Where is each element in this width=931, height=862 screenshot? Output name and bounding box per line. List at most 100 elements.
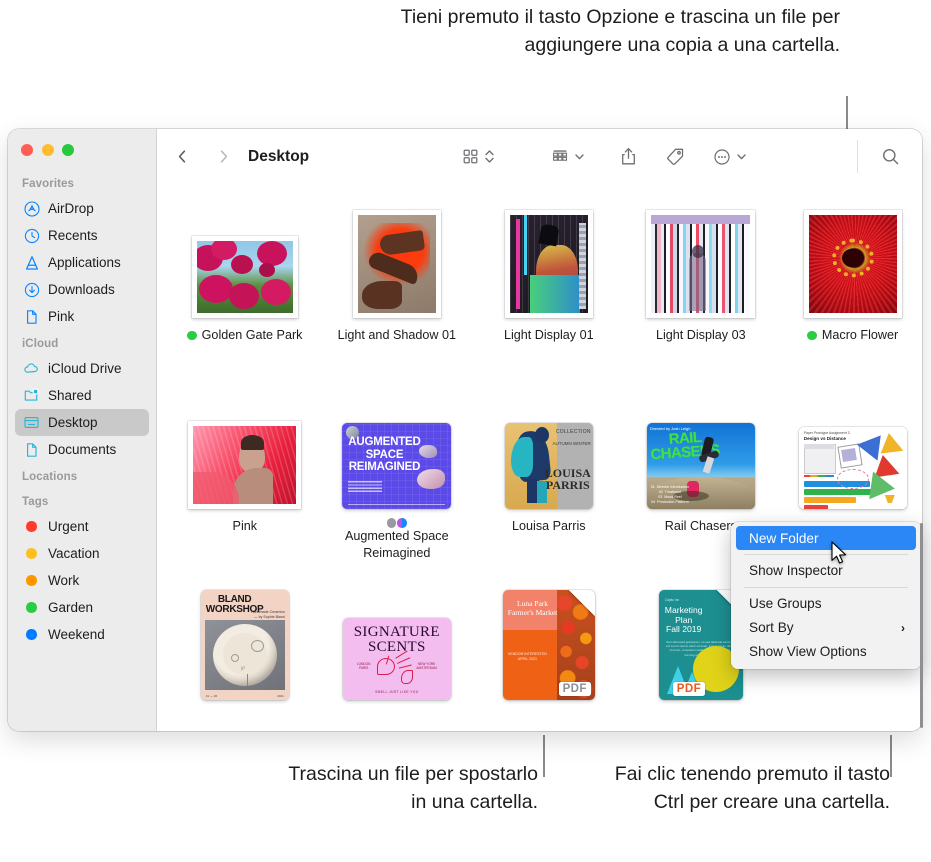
group-by-icon[interactable] <box>551 148 569 165</box>
file-item-signature-scents[interactable]: SIGNATURE SCENTS LONDON PARIS NEW YORK AMS… <box>321 580 473 700</box>
sidebar-scroll-area: Favorites AirDrop Recents Applications D… <box>8 170 156 731</box>
file-name: Macro Flower <box>777 327 922 344</box>
more-actions-icon[interactable] <box>713 148 731 166</box>
file-item-bland-workshop[interactable]: BLAND WORKSHOP Handmade Ceramics — by Sop… <box>169 580 321 700</box>
tag-button[interactable] <box>666 147 685 166</box>
thumbnail-text: Luna Park <box>517 599 549 608</box>
sidebar-item-airdrop[interactable]: AirDrop <box>15 195 149 222</box>
file-name-label: Rail Chasers <box>664 519 737 533</box>
file-item-light-display-03[interactable]: Light Display 03 <box>625 198 777 344</box>
menu-item-show-inspector[interactable]: Show Inspector <box>736 559 916 583</box>
airdrop-icon <box>22 199 41 218</box>
group-by-button[interactable] <box>551 148 585 165</box>
sidebar-item-recents[interactable]: Recents <box>15 222 149 249</box>
thumbnail-text: AUGMENTED <box>348 436 421 448</box>
chevron-down-icon[interactable] <box>736 151 747 162</box>
sidebar-item-tag-work[interactable]: Work <box>15 567 149 594</box>
view-switcher[interactable] <box>462 148 495 165</box>
file-item-report[interactable]: Paper Prototype Assignment 3 Design vs D… <box>777 389 922 518</box>
sidebar-item-icloud-drive[interactable]: iCloud Drive <box>15 355 149 382</box>
sidebar-item-pink[interactable]: Pink <box>15 303 149 330</box>
callout-option-drag: Tieni premuto il tasto Opzione e trascin… <box>400 6 840 56</box>
file-item-rail-chasers[interactable]: Directed by Josh Leigh RAIL CHASERS 01 D… <box>625 389 777 535</box>
menu-item-label: Show View Options <box>749 644 867 660</box>
chevron-updown-icon[interactable] <box>484 148 495 165</box>
zoom-button[interactable] <box>62 144 74 156</box>
document-icon <box>22 307 41 326</box>
sidebar-item-tag-garden[interactable]: Garden <box>15 594 149 621</box>
menu-item-show-view-options[interactable]: Show View Options <box>736 640 916 664</box>
file-item-golden-gate-park[interactable]: Golden Gate Park <box>169 198 321 344</box>
thumbnail-text: REIMAGINED <box>348 461 421 473</box>
thumbnail-container <box>625 198 777 318</box>
menu-item-new-folder[interactable]: New Folder <box>736 526 916 550</box>
file-item-luna-park-farmers-market[interactable]: Luna Park Farmer's Market VENDOR INTERES… <box>473 580 625 700</box>
file-item-louisa-parris[interactable]: COLLECTION AUTUMN WINTER LOUISA PARRIS L… <box>473 389 625 535</box>
file-item-augmented-space-reimagined[interactable]: AUGMENTED SPACE REIMAGINED Augmented Spa… <box>321 389 473 562</box>
context-menu: New Folder Show Inspector Use Groups Sor… <box>731 522 921 669</box>
vertical-scrollbar[interactable] <box>920 523 924 728</box>
share-button[interactable] <box>620 147 637 166</box>
tag-dot-icon <box>26 602 37 613</box>
sidebar-item-desktop[interactable]: Desktop <box>15 409 149 436</box>
file-thumbnail: Luna Park Farmer's Market VENDOR INTERES… <box>502 590 595 700</box>
callout-ctrl-click: Fai clic tenendo premuto il tasto Ctrl p… <box>614 763 890 813</box>
thumbnail-container: COLLECTION AUTUMN WINTER LOUISA PARRIS <box>473 389 625 509</box>
grid-view-icon[interactable] <box>462 148 479 165</box>
file-thumbnail <box>352 210 441 318</box>
file-item-pink[interactable]: Pink <box>169 389 321 535</box>
shared-folder-icon <box>22 386 41 405</box>
search-button[interactable] <box>881 147 900 166</box>
file-thumbnail: SIGNATURE SCENTS LONDON PARIS NEW YORK AMS… <box>342 618 451 700</box>
close-button[interactable] <box>21 144 33 156</box>
menu-item-use-groups[interactable]: Use Groups <box>736 592 916 616</box>
thumbnail-text: Farmer's Market <box>507 608 558 617</box>
menu-item-label: Sort By <box>749 620 794 636</box>
menu-item-sort-by[interactable]: Sort By › <box>736 616 916 640</box>
file-item-light-and-shadow-01[interactable]: Light and Shadow 01 <box>321 198 473 344</box>
thumbnail-container: AUGMENTED SPACE REIMAGINED <box>321 389 473 509</box>
menu-item-label: New Folder <box>749 530 819 546</box>
tag-dot-icon <box>26 548 37 559</box>
thumbnail-container <box>169 389 321 509</box>
file-thumbnail: COLLECTION AUTUMN WINTER LOUISA PARRIS <box>504 423 593 509</box>
forward-button[interactable] <box>211 145 235 169</box>
sidebar-item-label: iCloud Drive <box>48 361 122 376</box>
sidebar-item-documents[interactable]: Documents <box>15 436 149 463</box>
window-controls[interactable] <box>21 144 74 156</box>
dog-ear-corner <box>568 590 595 616</box>
minimize-button[interactable] <box>41 144 54 156</box>
file-item-macro-flower[interactable]: Macro Flower <box>777 198 922 344</box>
file-item-light-display-01[interactable]: Light Display 01 <box>473 198 625 344</box>
file-thumbnail: Paper Prototype Assignment 3 Design vs D… <box>798 427 907 509</box>
page-title: Desktop <box>248 147 310 165</box>
more-actions-button[interactable] <box>713 148 747 166</box>
sidebar-item-shared[interactable]: Shared <box>15 382 149 409</box>
file-thumbnail <box>803 210 902 318</box>
file-name-label: Augmented Space Reimagined <box>344 528 449 560</box>
downloads-icon <box>22 280 41 299</box>
menu-item-label: Show Inspector <box>749 563 843 579</box>
sidebar-item-tag-urgent[interactable]: Urgent <box>15 513 149 540</box>
thumbnail-text: SPACE <box>365 448 404 461</box>
sidebar-item-applications[interactable]: Applications <box>15 249 149 276</box>
sidebar-item-label: Garden <box>48 600 94 615</box>
menu-item-label: Use Groups <box>749 596 822 612</box>
sidebar-item-label: Desktop <box>48 415 98 430</box>
sidebar-item-label: Pink <box>48 309 75 324</box>
file-name-label: Light Display 03 <box>655 328 746 342</box>
file-thumbnail <box>646 210 756 318</box>
sidebar-item-downloads[interactable]: Downloads <box>15 276 149 303</box>
back-button[interactable] <box>170 145 194 169</box>
sidebar-item-label: Shared <box>48 388 92 403</box>
thumbnail-text: SCENTS <box>367 639 426 655</box>
applications-icon <box>22 253 41 272</box>
file-name: Golden Gate Park <box>169 327 321 344</box>
tag-dot-icon <box>26 575 37 586</box>
sidebar-item-label: Work <box>48 573 80 588</box>
sidebar-item-tag-vacation[interactable]: Vacation <box>15 540 149 567</box>
chevron-down-icon[interactable] <box>574 151 585 162</box>
thumbnail-text: PARRIS <box>545 478 590 492</box>
sidebar-item-tag-weekend[interactable]: Weekend <box>15 621 149 648</box>
file-thumbnail: Directed by Josh Leigh RAIL CHASERS 01 D… <box>646 423 755 509</box>
